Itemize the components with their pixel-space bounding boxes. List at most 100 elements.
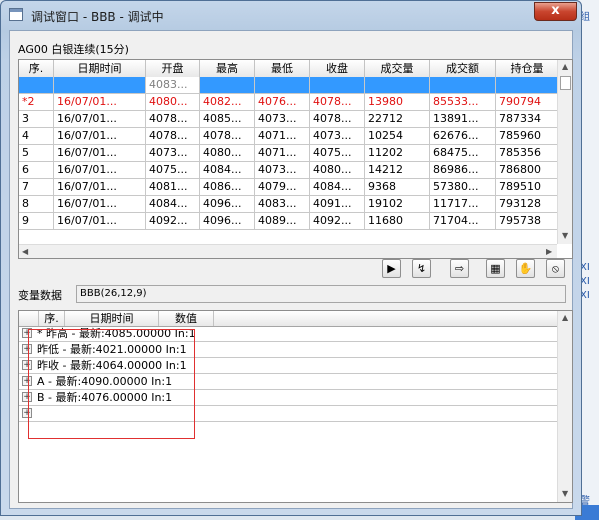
column-header-amount[interactable]: 成交额 <box>430 60 496 77</box>
symbol-label: AG00 白银连续(15分) <box>18 43 129 56</box>
table-cell-low: 4089... <box>255 213 310 229</box>
table-cell-oi: 795738 <box>496 213 559 229</box>
table-cell-close: 4091... <box>310 196 365 212</box>
column-header-no[interactable]: 序. <box>39 311 65 326</box>
window-client-area: AG00 白银连续(15分) 序. 日期时间 开盘 最高 最低 收盘 成交量 成… <box>9 30 573 509</box>
scroll-right-icon[interactable]: ▶ <box>546 247 552 256</box>
table-cell-open: 4083... <box>146 77 200 93</box>
table-cell-low: 4073... <box>255 162 310 178</box>
table-cell-datetime: 16/07/01... <box>54 145 146 161</box>
stop-hand-icon: ⦸ <box>551 262 560 275</box>
table-cell-no: 4 <box>19 128 54 144</box>
scroll-up-icon[interactable]: ▲ <box>562 62 568 71</box>
scroll-down-icon[interactable]: ▼ <box>562 231 568 240</box>
step-out-button[interactable]: ⇨ <box>450 259 469 278</box>
table-cell-close: 4075... <box>310 145 365 161</box>
scroll-up-icon[interactable]: ▲ <box>562 313 568 322</box>
debug-window: 调试窗口 - BBB - 调试中 x AG00 白银连续(15分) 序. 日期时… <box>0 0 582 516</box>
table-cell-high: 4085... <box>200 111 255 127</box>
column-header-value[interactable]: 数值 <box>159 311 214 326</box>
table-row[interactable]: 5 16/07/01... 4073... 4080... 4071... 4075...… <box>19 145 559 162</box>
table-cell-oi: 789510 <box>496 179 559 195</box>
table-cell-low: 4073... <box>255 111 310 127</box>
table-row[interactable]: 7 16/07/01... 4081... 4086... 4079... 4084...… <box>19 179 559 196</box>
table-row[interactable]: 8 16/07/01... 4084... 4096... 4083... 4091...… <box>19 196 559 213</box>
table-cell-volume: 14212 <box>365 162 430 178</box>
table-cell-oi: 785960 <box>496 128 559 144</box>
table-cell-open: 4078... <box>146 111 200 127</box>
table-cell-high: 4086... <box>200 179 255 195</box>
table-cell-high: 4084... <box>200 162 255 178</box>
view-chart-button[interactable]: ▦ <box>486 259 505 278</box>
table-cell-datetime <box>54 77 146 93</box>
table-row[interactable]: 9 16/07/01... 4092... 4096... 4089... 4092...… <box>19 213 559 230</box>
table-cell-low: 4079... <box>255 179 310 195</box>
table-cell-low: 4071... <box>255 128 310 144</box>
step-over-button[interactable]: ↯ <box>412 259 431 278</box>
variable-data-label: 变量数据 <box>18 289 62 302</box>
table-cell-no: 3 <box>19 111 54 127</box>
table-cell-open: 4081... <box>146 179 200 195</box>
table-cell-datetime: 16/07/01... <box>54 111 146 127</box>
step-into-button[interactable]: ▶ <box>382 259 401 278</box>
window-title: 调试窗口 - BBB - 调试中 <box>31 10 164 24</box>
table-cell-no <box>19 77 54 93</box>
table-cell-volume: 11680 <box>365 213 430 229</box>
column-header-oi[interactable]: 持仓量 <box>496 60 559 77</box>
table-cell-oi: 786800 <box>496 162 559 178</box>
table-cell-amount: 85533... <box>430 94 496 110</box>
column-header-high[interactable]: 最高 <box>200 60 255 77</box>
table-cell-datetime: 16/07/01... <box>54 162 146 178</box>
table-cell-high: 4078... <box>200 128 255 144</box>
table-cell-high: 4096... <box>200 213 255 229</box>
column-header-datetime[interactable]: 日期时间 <box>54 60 146 77</box>
table-cell-no: 9 <box>19 213 54 229</box>
table-row[interactable]: 6 16/07/01... 4075... 4084... 4073... 4080...… <box>19 162 559 179</box>
column-header-no[interactable]: 序. <box>19 60 54 77</box>
table-cell-oi: 787334 <box>496 111 559 127</box>
table-row[interactable]: 3 16/07/01... 4078... 4085... 4073... 4078...… <box>19 111 559 128</box>
close-button[interactable]: x <box>534 2 577 21</box>
table-cell-amount: 57380... <box>430 179 496 195</box>
quotes-horizontal-scrollbar[interactable]: ◀ ▶ <box>19 244 557 258</box>
table-cell-amount: 13891... <box>430 111 496 127</box>
column-header-close[interactable]: 收盘 <box>310 60 365 77</box>
table-row[interactable]: 4 16/07/01... 4078... 4078... 4071... 4073...… <box>19 128 559 145</box>
table-cell-datetime: 16/07/01... <box>54 196 146 212</box>
table-cell-amount: 62676... <box>430 128 496 144</box>
stop-hand-button[interactable]: ⦸ <box>546 259 565 278</box>
column-header-open[interactable]: 开盘 <box>146 60 200 77</box>
title-bar[interactable]: 调试窗口 - BBB - 调试中 x <box>1 1 581 29</box>
column-header-low[interactable]: 最低 <box>255 60 310 77</box>
table-cell-high: 4096... <box>200 196 255 212</box>
hand-button[interactable]: ✋ <box>516 259 535 278</box>
table-cell-amount: 71704... <box>430 213 496 229</box>
view-chart-icon: ▦ <box>490 262 501 275</box>
table-cell-volume: 11202 <box>365 145 430 161</box>
quotes-grid[interactable]: 序. 日期时间 开盘 最高 最低 收盘 成交量 成交额 持仓量 4083... *… <box>18 59 573 259</box>
table-row[interactable]: 4083... <box>19 77 559 94</box>
table-row[interactable]: *2 16/07/01... 4080... 4082... 4076... 4078..… <box>19 94 559 111</box>
table-cell-low: 4076... <box>255 94 310 110</box>
table-cell-close: 4080... <box>310 162 365 178</box>
table-cell-close: 4078... <box>310 111 365 127</box>
table-cell-open: 4080... <box>146 94 200 110</box>
column-header-volume[interactable]: 成交量 <box>365 60 430 77</box>
table-cell-high: 4082... <box>200 94 255 110</box>
table-cell-volume: 13980 <box>365 94 430 110</box>
table-cell-close: 4078... <box>310 94 365 110</box>
scroll-left-icon[interactable]: ◀ <box>22 247 28 256</box>
scroll-down-icon[interactable]: ▼ <box>562 489 568 498</box>
table-cell-no: 7 <box>19 179 54 195</box>
quotes-vertical-scrollbar[interactable]: ▲ ▼ <box>557 60 572 244</box>
step-out-icon: ⇨ <box>454 262 465 275</box>
variables-vertical-scrollbar[interactable]: ▲ ▼ <box>557 311 572 502</box>
table-cell-low: 4071... <box>255 145 310 161</box>
scroll-thumb[interactable] <box>560 76 571 90</box>
variable-expression-field[interactable]: BBB(26,12,9) <box>76 285 566 303</box>
table-cell-datetime: 16/07/01... <box>54 179 146 195</box>
table-cell-oi: 793128 <box>496 196 559 212</box>
column-header-expander <box>19 311 39 326</box>
column-header-datetime[interactable]: 日期时间 <box>65 311 159 326</box>
table-cell-amount: 86986... <box>430 162 496 178</box>
